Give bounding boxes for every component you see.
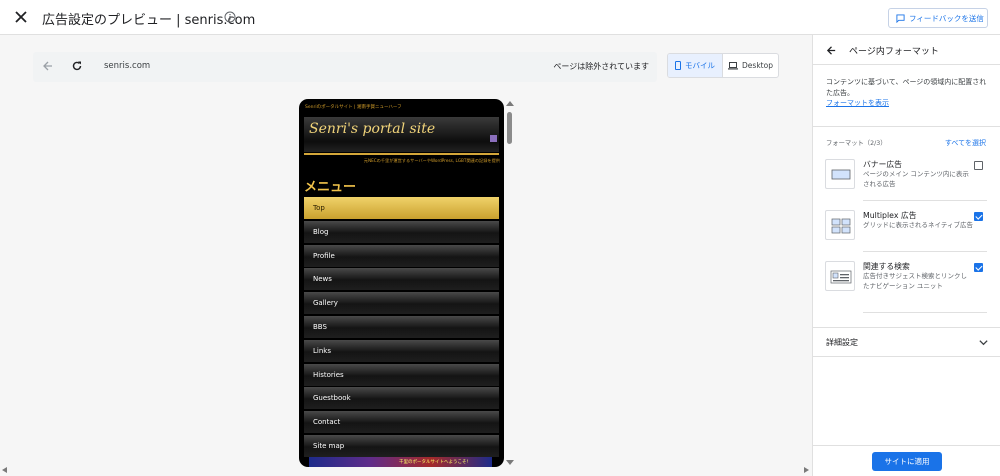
top-bar: 広告設定のプレビュー | senris.com フィードバックを送信 [0,0,1000,35]
menu-item[interactable]: Contact [304,411,499,434]
format-checkbox[interactable] [974,263,983,272]
menu-item[interactable]: News [304,268,499,291]
scroll-left-icon[interactable] [2,467,7,473]
format-desc: 広告付きサジェスト検索とリンクしたナビゲーション ユニット [863,272,967,290]
format-checkbox[interactable] [974,161,983,170]
format-banner: バナー広告 ページのメイン コンテンツ内に表示される広告 [825,159,987,201]
site-tagline: Senriのポータルサイト | 湘南手賀ニューハーフ [305,105,402,110]
multiplex-icon [825,210,855,240]
menu-item[interactable]: Histories [304,363,499,386]
format-checkbox[interactable] [974,212,983,221]
formats-heading: フォーマット（2/3） [826,140,887,147]
info-icon[interactable] [224,11,236,23]
back-arrow-icon[interactable] [42,60,54,72]
divider [863,200,987,201]
format-name: Multiplex 広告 [863,211,917,220]
reload-icon[interactable] [71,60,83,72]
divider [863,251,987,252]
menu-item[interactable]: Guestbook [304,387,499,410]
description-text: コンテンツに基づいて、ページの領域内に配置された広告。 [826,78,987,97]
mobile-preview: Senriのポータルサイト | 湘南手賀ニューハーフ Senri's porta… [299,99,504,467]
mobile-toggle[interactable]: モバイル [668,54,723,77]
device-switch: モバイル Desktop [667,53,779,78]
footer-banner-text: 千里のポータルサイトへようこそ! [399,460,469,465]
format-multiplex: Multiplex 広告 グリッドに表示されるネイティブ広告 [825,210,987,252]
panel-description: コンテンツに基づいて、ページの領域内に配置された広告。 フォーマットを表示 [826,77,991,109]
desktop-toggle[interactable]: Desktop [723,54,778,77]
format-related-search: 関連する検索 広告付きサジェスト検索とリンクしたナビゲーション ユニット [825,261,987,303]
mobile-label: モバイル [685,61,715,70]
site-menu: Top Blog Profile News Gallery BBS Links Histori… [304,197,499,459]
format-name: バナー広告 [863,160,902,169]
menu-item[interactable]: Profile [304,244,499,267]
advanced-settings-label: 詳細設定 [826,338,858,347]
menu-title: メニュー [304,180,357,195]
menu-item[interactable]: Blog [304,220,499,243]
apply-to-site-button[interactable]: サイトに適用 [872,452,942,471]
panel-header: ページ内フォーマット [813,35,1000,65]
scroll-right-icon[interactable] [804,467,809,473]
format-name: 関連する検索 [863,262,910,271]
scroll-thumb[interactable] [507,112,512,144]
vertical-scrollbar[interactable] [506,99,514,467]
desktop-label: Desktop [742,61,773,70]
exclusion-status: ページは除外されています [553,62,649,71]
feedback-button[interactable]: フィードバックを送信 [888,8,988,28]
banner-icon-square [490,135,497,142]
menu-item[interactable]: Top [304,197,499,219]
menu-item[interactable]: Links [304,339,499,362]
chevron-down-icon [979,340,988,346]
related-search-icon [825,261,855,291]
format-desc: ページのメイン コンテンツ内に表示される広告 [863,170,969,188]
scroll-down-icon[interactable] [506,460,514,465]
url-text: senris.com [104,61,151,71]
close-icon[interactable] [13,9,29,25]
panel-title: ページ内フォーマット [849,47,939,57]
menu-item[interactable]: BBS [304,315,499,338]
format-desc: グリッドに表示されるネイティブ広告 [863,221,973,229]
feedback-icon [896,13,905,23]
select-all-link[interactable]: すべてを選択 [945,138,986,148]
back-arrow-icon[interactable] [826,45,837,56]
laptop-icon [728,61,739,69]
settings-panel: ページ内フォーマット コンテンツに基づいて、ページの領域内に配置された広告。 フ… [812,35,1000,476]
menu-item[interactable]: Gallery [304,292,499,315]
banner-icon [825,159,855,189]
site-banner: Senri's portal site [304,117,499,152]
site-subtitle: 元NECの千里が運営するサーバーやWordPress, LGBT関連の記録を提供 [363,158,500,163]
divider [813,126,1000,127]
feedback-label: フィードバックを送信 [909,13,984,23]
divider [863,312,987,313]
preview-area: senris.com ページは除外されています モバイル Desktop Sen… [0,35,812,476]
footer-banner: 千里のポータルサイトへようこそ! [309,457,492,467]
site-name: Senri's portal site [309,121,436,137]
scroll-up-icon[interactable] [506,101,514,106]
menu-item[interactable]: Site map [304,434,499,457]
address-bar: senris.com ページは除外されています [33,52,657,82]
phone-icon [675,61,681,70]
panel-footer: サイトに適用 [813,445,1000,476]
advanced-settings[interactable]: 詳細設定 [813,327,1000,357]
show-formats-link[interactable]: フォーマットを表示 [826,98,991,109]
divider [304,153,499,155]
